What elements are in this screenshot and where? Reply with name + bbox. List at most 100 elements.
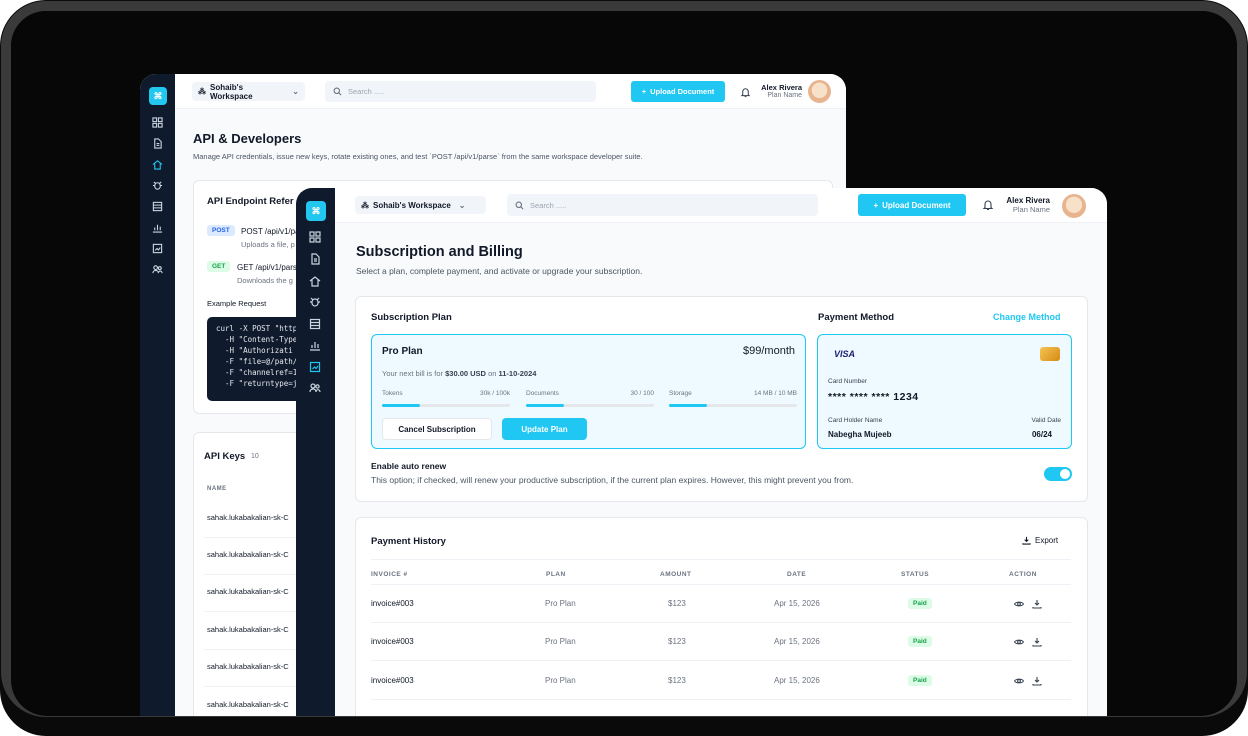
search-input[interactable]: Search .....	[507, 194, 818, 216]
payment-card[interactable]: VISA Card Number **** **** **** 1234 Car…	[817, 334, 1072, 449]
endpoint-description: Downloads the g	[237, 276, 293, 285]
export-label: Export	[1035, 536, 1059, 545]
app-logo[interactable]: ⌘	[306, 201, 326, 221]
valid-date-label: Valid Date	[1031, 417, 1061, 424]
billing-window: ⌘ ⁂ Sohaib's Workspace ⌄ Search ..... + …	[296, 188, 1107, 716]
billing-icon[interactable]	[309, 361, 321, 373]
auto-renew-description: This option; if checked, will renew your…	[371, 475, 854, 485]
amount-cell: $123	[668, 676, 686, 685]
divider	[371, 622, 1071, 623]
status-badge: Paid	[908, 636, 932, 647]
column-header: STATUS	[901, 571, 930, 578]
bell-icon[interactable]	[740, 85, 751, 103]
auto-renew-toggle[interactable]	[1044, 467, 1072, 481]
card-chip-icon	[1040, 347, 1060, 361]
eye-icon[interactable]	[1014, 637, 1024, 647]
bug-icon[interactable]	[152, 180, 163, 191]
export-button[interactable]: Export	[1022, 536, 1058, 545]
workspace-icon: ⁂	[361, 200, 369, 210]
bug-icon[interactable]	[309, 296, 321, 308]
status-badge: Paid	[908, 598, 932, 609]
upload-document-button[interactable]: + Upload Document	[631, 81, 725, 102]
download-icon[interactable]	[1032, 676, 1042, 686]
api-key-row[interactable]: sahak.lukabakalian-sk-C	[207, 550, 289, 559]
column-header: NAME	[207, 486, 227, 492]
dashboard-icon[interactable]	[309, 231, 321, 243]
upload-document-button[interactable]: + Upload Document	[858, 194, 966, 216]
method-badge: POST	[207, 225, 235, 236]
valid-date: 06/24	[1031, 430, 1052, 439]
top-bar: ⁂ Sohaib's Workspace ⌄ Search ..... + Up…	[175, 74, 846, 109]
download-icon	[1022, 536, 1031, 545]
update-plan-button[interactable]: Update Plan	[502, 418, 587, 440]
report-icon[interactable]	[152, 243, 163, 254]
workspace-switcher[interactable]: ⁂ Sohaib's Workspace ⌄	[355, 196, 486, 214]
dashboard-icon[interactable]	[152, 117, 163, 128]
section-title: API Endpoint Refer	[207, 196, 294, 207]
database-icon[interactable]	[152, 201, 163, 212]
eye-icon[interactable]	[1014, 599, 1024, 609]
bell-icon[interactable]	[982, 198, 994, 216]
user-menu[interactable]: Alex Rivera Plan Name	[760, 83, 802, 99]
document-icon[interactable]	[152, 138, 163, 149]
plan-name: Pro Plan	[382, 346, 423, 357]
page-title: API & Developers	[193, 131, 302, 146]
document-icon[interactable]	[309, 253, 321, 265]
usage-value: 30 / 100	[630, 390, 655, 397]
cancel-subscription-button[interactable]: Cancel Subscription	[382, 418, 492, 440]
change-method-link[interactable]: Change Method	[993, 312, 1061, 322]
endpoint-description: Uploads a file, p	[241, 240, 295, 249]
search-input[interactable]: Search .....	[325, 81, 596, 102]
chart-icon[interactable]	[309, 339, 321, 351]
example-request-label: Example Request	[207, 299, 267, 308]
endpoint-path[interactable]: GET /api/v1/pars	[237, 263, 297, 272]
section-title: Payment History	[371, 536, 446, 547]
app-logo[interactable]: ⌘	[149, 87, 167, 105]
team-icon[interactable]	[309, 382, 321, 394]
eye-icon[interactable]	[1014, 676, 1024, 686]
auto-renew-title: Enable auto renew	[371, 461, 447, 471]
user-plan: Plan Name	[767, 92, 802, 99]
user-plan: Plan Name	[1012, 205, 1050, 214]
chevron-down-icon: ⌄	[458, 200, 466, 210]
endpoint-path[interactable]: POST /api/v1/pa	[241, 227, 300, 236]
row-actions	[1014, 637, 1042, 647]
workspace-icon: ⁂	[198, 87, 206, 96]
page-subtitle: Select a plan, complete payment, and act…	[356, 266, 643, 276]
workspace-switcher[interactable]: ⁂ Sohaib's Workspace ⌄	[192, 82, 305, 101]
date-cell: Apr 15, 2026	[774, 637, 820, 646]
home-icon[interactable]	[309, 275, 321, 287]
avatar[interactable]	[1062, 194, 1086, 218]
divider	[371, 559, 1071, 560]
row-actions	[1014, 599, 1042, 609]
bill-date: 11-10-2024	[498, 369, 537, 378]
chart-icon[interactable]	[152, 222, 163, 233]
user-menu[interactable]: Alex Rivera Plan Name	[1000, 196, 1050, 214]
home-icon[interactable]	[152, 159, 163, 170]
column-header: AMOUNT	[660, 571, 692, 578]
api-key-row[interactable]: sahak.lukabakalian-sk-C	[207, 513, 289, 522]
invoice-cell: invoice#003	[371, 599, 414, 608]
api-key-row[interactable]: sahak.lukabakalian-sk-C	[207, 625, 289, 634]
plan-cell: Pro Plan	[545, 676, 576, 685]
card-number: **** **** **** 1234	[828, 391, 919, 403]
plan-cell: Pro Plan	[545, 599, 576, 608]
divider	[371, 660, 1071, 661]
section-title: Subscription Plan	[371, 312, 452, 323]
team-icon[interactable]	[152, 264, 163, 275]
database-icon[interactable]	[309, 318, 321, 330]
upload-label: Upload Document	[882, 200, 951, 210]
usage-value: 30k / 100k	[480, 390, 510, 397]
download-icon[interactable]	[1032, 637, 1042, 647]
avatar[interactable]	[808, 80, 831, 103]
search-placeholder: Search .....	[348, 87, 385, 96]
download-icon[interactable]	[1032, 599, 1042, 609]
api-key-row[interactable]: sahak.lukabakalian-sk-C	[207, 662, 289, 671]
api-key-row[interactable]: sahak.lukabakalian-sk-C	[207, 700, 289, 709]
card-number-label: Card Number	[828, 378, 868, 385]
date-cell: Apr 15, 2026	[774, 599, 820, 608]
plan-card: Pro Plan $99/month Your next bill is for…	[371, 334, 806, 449]
visa-logo: VISA	[834, 349, 856, 359]
api-key-row[interactable]: sahak.lukabakalian-sk-C	[207, 587, 289, 596]
page-subtitle: Manage API credentials, issue new keys, …	[193, 152, 643, 161]
